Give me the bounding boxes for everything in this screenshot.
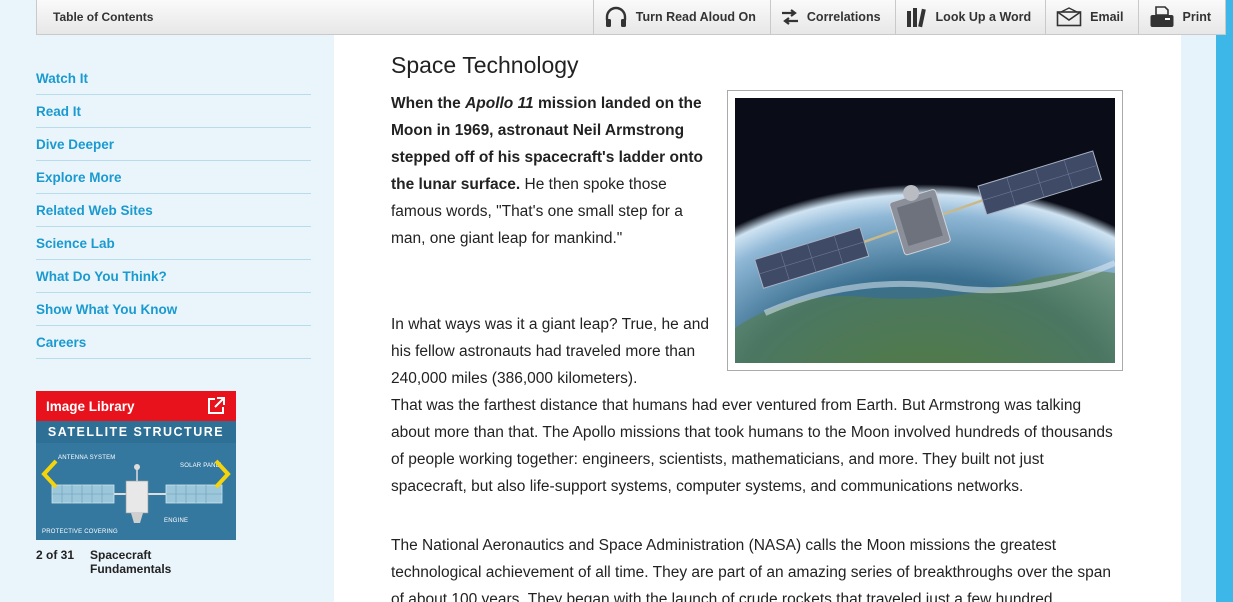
image-counter: 2 of 31 (36, 548, 75, 562)
image-library-caption: 2 of 31 Spacecraft Fundamentals (36, 548, 236, 576)
nav-item-related-web-sites[interactable]: Related Web Sites (36, 194, 311, 227)
print-label: Print (1182, 10, 1211, 24)
article-content: Space Technology When the Apollo 11 miss… (334, 35, 1181, 602)
nav-item-watch-it[interactable]: Watch It (36, 62, 311, 95)
nav-item-dive-deeper[interactable]: Dive Deeper (36, 128, 311, 161)
books-icon (906, 8, 926, 28)
headphones-icon (605, 6, 626, 27)
table-of-contents-button[interactable]: Table of Contents (37, 0, 593, 34)
look-up-word-label: Look Up a Word (935, 10, 1032, 24)
label-antenna-system: ANTENNA SYSTEM (58, 455, 116, 461)
label-engine: ENGINE (164, 518, 189, 524)
nav-item-read-it[interactable]: Read It (36, 95, 311, 128)
image-library-thumbnail[interactable]: SATELLITE STRUCTURE ANTENNA SYSTEM SOLAR… (36, 421, 236, 540)
correlations-button[interactable]: Correlations (769, 0, 895, 34)
page-title: Space Technology (391, 52, 579, 78)
correlations-label: Correlations (806, 10, 881, 24)
read-aloud-label: Turn Read Aloud On (635, 10, 756, 24)
giant-leap-paragraph: In what ways was it a giant leap? True, … (391, 311, 1121, 500)
email-button[interactable]: Email (1045, 0, 1137, 34)
image-library-title: Image Library (46, 398, 135, 414)
email-label: Email (1090, 10, 1124, 24)
giant-leap-rest: That was the farthest distance that huma… (391, 397, 1113, 495)
satellite-diagram-icon (36, 443, 236, 540)
intro-bold-start: When the (391, 95, 466, 112)
swap-arrows-icon (781, 9, 798, 25)
toolbar: Table of Contents Turn Read Aloud On Cor… (36, 0, 1226, 35)
right-edge-bar (1216, 0, 1233, 602)
print-button[interactable]: Print (1137, 0, 1225, 34)
intro-paragraph: When the Apollo 11 mission landed on the… (391, 90, 711, 252)
section-nav: Watch It Read It Dive Deeper Explore Mor… (36, 71, 311, 359)
intro-mission-name: Apollo 11 (465, 95, 534, 112)
read-aloud-button[interactable]: Turn Read Aloud On (592, 0, 770, 34)
next-image-arrow-icon[interactable] (212, 459, 232, 489)
image-library-header[interactable]: Image Library (36, 391, 236, 421)
image-library-widget: Image Library SATELLITE STRUCTURE ANTENN… (36, 391, 236, 576)
nav-item-careers[interactable]: Careers (36, 326, 311, 359)
look-up-word-button[interactable]: Look Up a Word (894, 0, 1046, 34)
printer-icon (1150, 6, 1174, 27)
image-caption: Spacecraft Fundamentals (90, 548, 172, 576)
nav-item-show-what-you-know[interactable]: Show What You Know (36, 293, 311, 326)
nasa-paragraph: The National Aeronautics and Space Admin… (391, 537, 1112, 602)
right-margin (1181, 0, 1216, 602)
nav-item-science-lab[interactable]: Science Lab (36, 227, 311, 260)
label-protective-covering: PROTECTIVE COVERING (42, 529, 118, 535)
previous-image-arrow-icon[interactable] (40, 459, 60, 489)
external-link-icon[interactable] (206, 396, 226, 416)
table-of-contents-label: Table of Contents (53, 10, 154, 24)
giant-leap-narrow-text: In what ways was it a giant leap? True, … (391, 316, 709, 387)
nav-item-what-do-you-think[interactable]: What Do You Think? (36, 260, 311, 293)
sidebar: Watch It Read It Dive Deeper Explore Mor… (0, 35, 334, 602)
envelope-icon (1056, 7, 1082, 27)
nav-item-explore-more[interactable]: Explore More (36, 161, 311, 194)
